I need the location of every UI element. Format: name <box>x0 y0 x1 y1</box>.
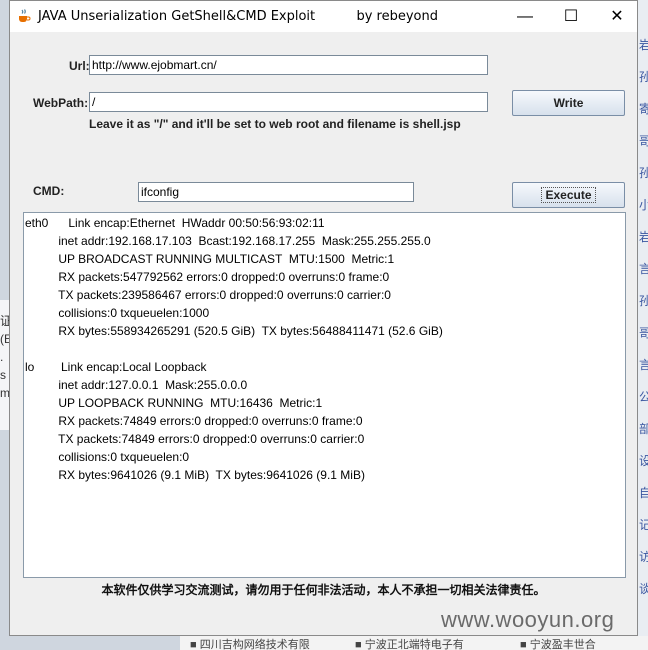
background-text: 岩 <box>639 230 648 244</box>
background-text: 哥 <box>639 326 648 340</box>
output-line: collisions:0 txqueuelen:0 <box>25 450 190 464</box>
background-text: 公 <box>639 390 648 404</box>
webpath-hint: Leave it as "/" and it'll be set to web … <box>89 117 461 131</box>
background-text: 记 <box>639 518 648 532</box>
output-line: RX bytes:558934265291 (520.5 GiB) TX byt… <box>25 324 443 338</box>
output-line: UP BROADCAST RUNNING MULTICAST MTU:1500 … <box>25 252 395 266</box>
maximize-button[interactable]: ☐ <box>548 1 594 32</box>
background-text: 岩 <box>639 38 648 52</box>
background-text: 孙 <box>639 294 648 308</box>
background-text: ■ 宁波正北端特电子有 <box>355 639 464 650</box>
background-text: 访 <box>639 550 648 564</box>
minimize-button[interactable]: — <box>502 1 548 32</box>
background-text: m <box>0 386 9 400</box>
cmd-input[interactable] <box>138 182 414 202</box>
background-text: 证 <box>0 314 9 328</box>
background-text: 言 <box>639 358 648 372</box>
background-text: ■ 宁波盈丰世合 <box>520 639 596 650</box>
webpath-input[interactable] <box>89 92 488 112</box>
cmd-label: CMD: <box>33 184 65 198</box>
disclaimer-text: 本软件仅供学习交流测试，请勿用于任何非法活动，本人不承担一切相关法律责任。 <box>101 583 546 597</box>
background-text: 自 <box>639 486 648 500</box>
java-cup-icon <box>19 9 31 22</box>
background-desktop-bottom: ■ 四川吉构网络技术有限 ■ 宁波正北端特电子有 ■ 宁波盈丰世合 <box>180 636 648 650</box>
output-line: inet addr:192.168.17.103 Bcast:192.168.1… <box>25 234 431 248</box>
background-text: 哥 <box>639 134 648 148</box>
background-text: 言 <box>639 262 648 276</box>
window-title: JAVA Unserialization GetShell&CMD Exploi… <box>38 9 438 24</box>
close-button[interactable]: ✕ <box>594 1 640 32</box>
background-text: (E <box>0 332 9 346</box>
output-line: RX packets:74849 errors:0 dropped:0 over… <box>25 414 363 428</box>
webpath-label: WebPath: <box>33 96 89 110</box>
output-line: inet addr:127.0.0.1 Mask:255.0.0.0 <box>25 378 248 392</box>
background-text: 谈 <box>639 582 648 596</box>
output-line: eth0 Link encap:Ethernet HWaddr 00:50:56… <box>25 216 325 230</box>
background-text: 设 <box>639 454 648 468</box>
background-text: . <box>0 350 4 364</box>
execute-button-label: Execute <box>541 187 596 203</box>
url-label: Url: <box>69 59 90 73</box>
background-desktop-right: 岩孙寄哥孙小岩言孙哥言公部设自记访谈 <box>638 0 648 650</box>
background-text: 部 <box>639 422 648 436</box>
title-bar[interactable]: JAVA Unserialization GetShell&CMD Exploi… <box>10 1 637 32</box>
output-line: RX bytes:9641026 (9.1 MiB) TX bytes:9641… <box>25 468 365 482</box>
exploit-window: JAVA Unserialization GetShell&CMD Exploi… <box>9 0 638 636</box>
watermark-text: www.wooyun.org <box>441 607 615 632</box>
output-line: RX packets:547792562 errors:0 dropped:0 … <box>25 270 390 284</box>
output-line: UP LOOPBACK RUNNING MTU:16436 Metric:1 <box>25 396 323 410</box>
background-text: ■ 四川吉构网络技术有限 <box>190 639 310 650</box>
output-line: lo Link encap:Local Loopback <box>25 360 207 374</box>
output-line: TX packets:74849 errors:0 dropped:0 over… <box>25 432 365 446</box>
background-text: 小 <box>639 198 648 212</box>
write-button[interactable]: Write <box>512 90 625 116</box>
background-text: 孙 <box>639 70 648 84</box>
background-text: 寄 <box>639 102 648 116</box>
background-text: s <box>0 368 6 382</box>
output-line: collisions:0 txqueuelen:1000 <box>25 306 210 320</box>
command-output-area[interactable]: eth0 Link encap:Ethernet HWaddr 00:50:56… <box>23 212 626 578</box>
execute-button[interactable]: Execute <box>512 182 625 208</box>
url-input[interactable] <box>89 55 488 75</box>
background-text: 孙 <box>639 166 648 180</box>
background-desktop-left: 证 (E. s m <box>0 300 9 430</box>
output-line: TX packets:239586467 errors:0 dropped:0 … <box>25 288 391 302</box>
